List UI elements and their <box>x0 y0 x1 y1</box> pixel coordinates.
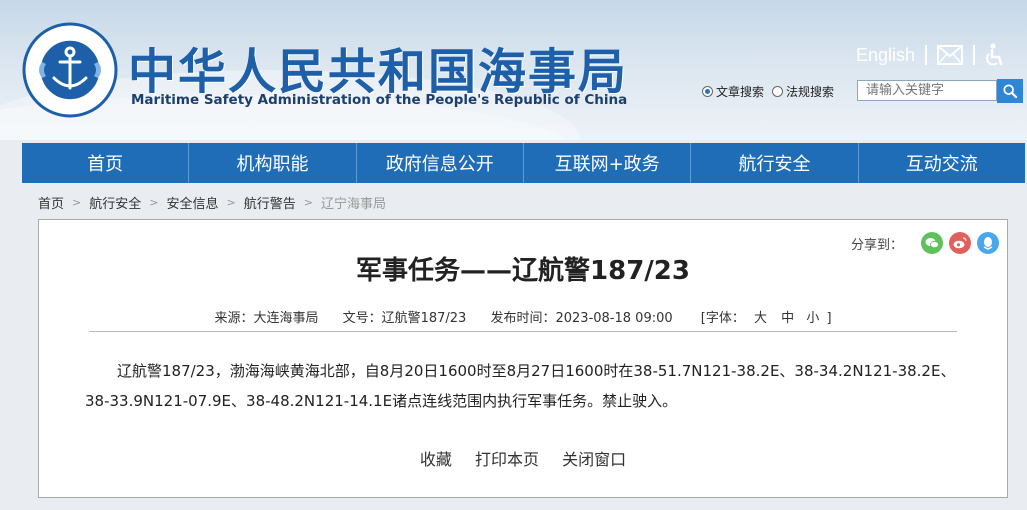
breadcrumb-separator: > <box>303 195 313 209</box>
top-links: English <box>856 40 1005 70</box>
font-size-control: [字体： 大 中 小 ] <box>701 311 832 326</box>
article-doc-number: 文号：辽航警187/23 <box>342 311 467 326</box>
breadcrumb-separator: > <box>226 195 236 209</box>
font-size-large[interactable]: 大 <box>754 311 767 326</box>
breadcrumb-separator: > <box>72 195 82 209</box>
nav-item-functions[interactable]: 机构职能 <box>189 143 357 183</box>
breadcrumb-separator: > <box>149 195 159 209</box>
close-window-link[interactable]: 关闭窗口 <box>562 450 626 469</box>
search-option-law[interactable]: 法规搜索 <box>772 83 834 100</box>
search-icon <box>1003 84 1017 99</box>
nav-item-home[interactable]: 首页 <box>22 143 190 183</box>
article-meta: 来源：大连海事局 文号：辽航警187/23 发布时间：2023-08-18 09… <box>39 307 1007 326</box>
breadcrumb-item[interactable]: 航行警告 <box>244 193 296 212</box>
font-size-small[interactable]: 小 <box>806 311 819 326</box>
font-size-close: ] <box>826 311 832 326</box>
divider <box>925 45 927 65</box>
nav-item-internet-services[interactable]: 互联网+政务 <box>524 143 692 183</box>
breadcrumb-item[interactable]: 航行安全 <box>89 193 141 212</box>
search-input[interactable] <box>857 80 997 101</box>
msa-logo[interactable] <box>22 22 118 118</box>
article-panel: 分享到： 军事任务——辽航警187/23 来源：大连海事局 文号：辽航警187/… <box>38 219 1008 498</box>
font-size-medium[interactable]: 中 <box>781 311 794 326</box>
site-header: 中华人民共和国海事局 Maritime Safety Administratio… <box>0 0 1027 140</box>
radio-button[interactable] <box>702 86 713 97</box>
search-type-options: 文章搜索 法规搜索 <box>702 83 842 100</box>
site-subtitle: Maritime Safety Administration of the Pe… <box>131 92 628 108</box>
breadcrumb: 首页 > 航行安全 > 安全信息 > 航行警告 > 辽宁海事局 <box>22 187 1025 217</box>
article-body: 辽航警187/23，渤海海峡黄海北部，自8月20日1600时至8月27日1600… <box>85 362 956 410</box>
accessibility-icon[interactable] <box>985 43 1005 67</box>
article-title: 军事任务——辽航警187/23 <box>356 256 690 286</box>
option-label: 文章搜索 <box>716 85 765 99</box>
nav-item-navigation-safety[interactable]: 航行安全 <box>691 143 859 183</box>
breadcrumb-item[interactable]: 首页 <box>38 193 64 212</box>
breadcrumb-current[interactable]: 辽宁海事局 <box>321 193 386 212</box>
divider <box>89 331 957 332</box>
radio-button[interactable] <box>772 86 784 97</box>
option-label: 法规搜索 <box>786 85 835 99</box>
print-link[interactable]: 打印本页 <box>475 450 539 469</box>
main-nav: 首页 机构职能 政府信息公开 互联网+政务 航行安全 互动交流 <box>22 143 1025 183</box>
mail-icon[interactable] <box>937 45 963 65</box>
favorite-link[interactable]: 收藏 <box>420 450 452 469</box>
font-size-label: [字体： <box>700 311 745 326</box>
breadcrumb-item[interactable]: 安全信息 <box>166 193 218 212</box>
search-option-article[interactable]: 文章搜索 <box>702 83 764 100</box>
nav-item-gov-info[interactable]: 政府信息公开 <box>357 143 524 183</box>
article-source: 来源：大连海事局 <box>214 311 319 326</box>
search-button[interactable] <box>997 79 1023 103</box>
english-link[interactable]: English <box>856 45 915 66</box>
article-publish-time: 发布时间：2023-08-18 09:00 <box>490 311 673 326</box>
divider <box>973 45 975 65</box>
nav-item-interaction[interactable]: 互动交流 <box>859 143 1025 183</box>
article-actions: 收藏 打印本页 关闭窗口 <box>39 446 1007 470</box>
